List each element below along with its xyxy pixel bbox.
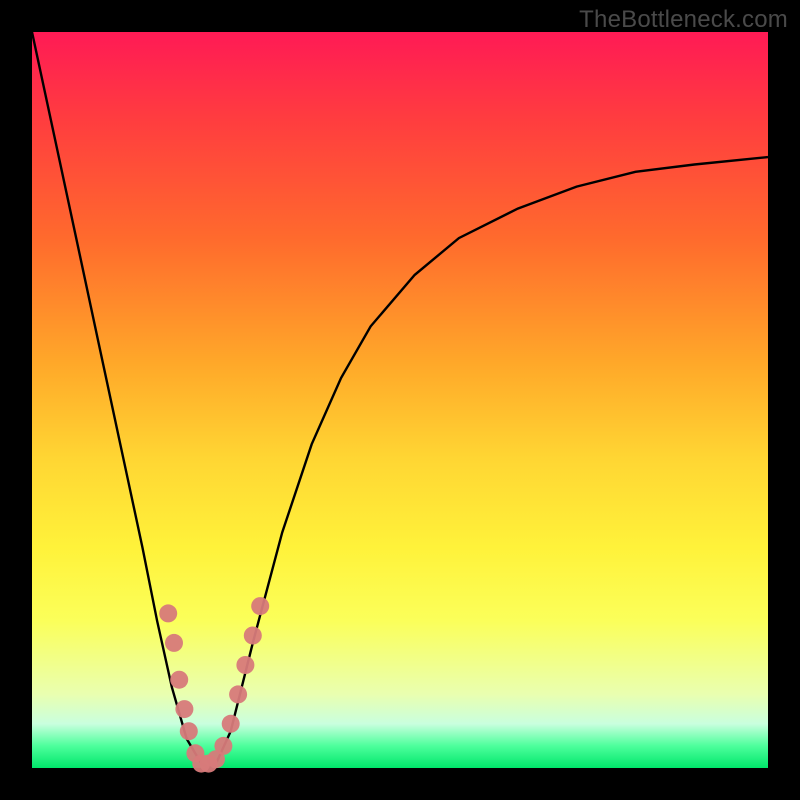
curve-marker <box>229 685 247 703</box>
curve-markers <box>159 597 269 773</box>
curve-marker <box>214 737 232 755</box>
curve-marker <box>159 604 177 622</box>
bottleneck-curve-path <box>32 32 768 768</box>
curve-marker <box>244 627 262 645</box>
watermark-text: TheBottleneck.com <box>579 6 788 34</box>
curve-marker <box>175 700 193 718</box>
curve-marker <box>236 656 254 674</box>
curve-marker <box>222 715 240 733</box>
curve-marker <box>170 671 188 689</box>
plot-area <box>32 32 768 768</box>
curve-svg <box>32 32 768 768</box>
chart-frame: TheBottleneck.com <box>0 0 800 800</box>
curve-marker <box>165 634 183 652</box>
curve-marker <box>180 722 198 740</box>
curve-marker <box>251 597 269 615</box>
